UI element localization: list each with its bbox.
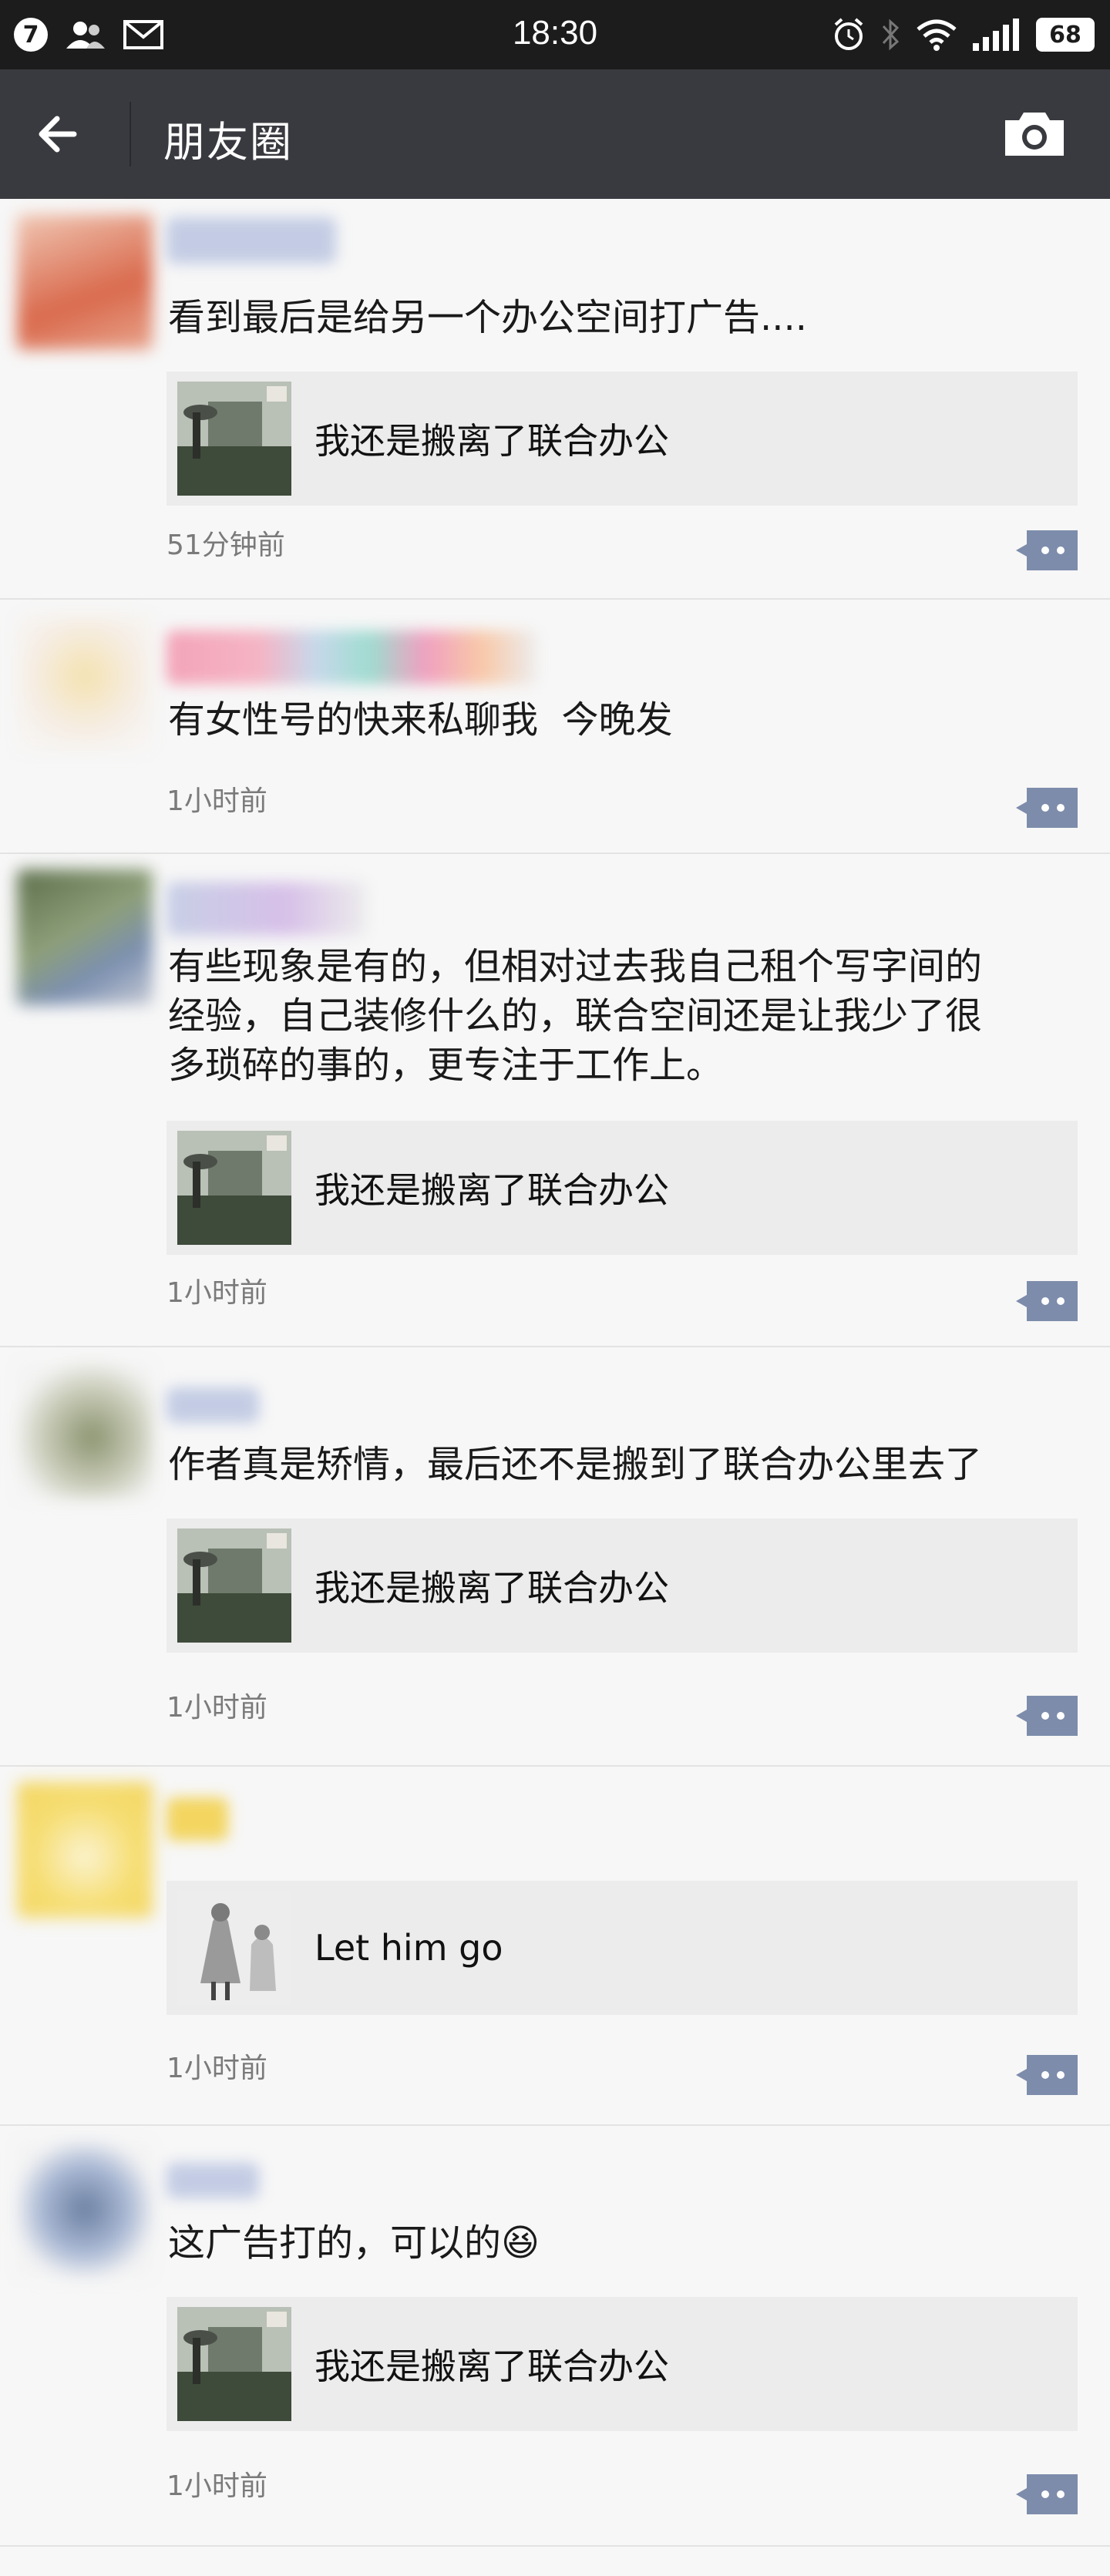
link-thumbnail xyxy=(177,382,291,496)
comment-icon[interactable] xyxy=(1016,1281,1078,1321)
nickname[interactable] xyxy=(166,1387,259,1423)
post-time: 1小时前 xyxy=(166,2053,267,2084)
camera-icon[interactable] xyxy=(1002,109,1067,159)
back-arrow-icon[interactable] xyxy=(31,103,92,165)
post-time: 1小时前 xyxy=(166,785,267,817)
nav-bar: 朋友圈 xyxy=(0,69,1110,199)
comment-icon[interactable] xyxy=(1016,2055,1078,2095)
post-time: 1小时前 xyxy=(166,2470,267,2502)
link-card[interactable]: 我还是搬离了联合办公 xyxy=(166,372,1078,506)
feed-post: 看到最后是给另一个办公空间打广告.... 我还是搬离了联合办公 51分钟前 xyxy=(0,199,1110,600)
post-time: 51分钟前 xyxy=(166,530,285,561)
signal-icon xyxy=(973,18,1019,51)
moments-feed: 看到最后是给另一个办公空间打广告.... 我还是搬离了联合办公 51分钟前 有女… xyxy=(0,199,1110,2547)
avatar[interactable] xyxy=(17,214,153,350)
avatar[interactable] xyxy=(17,2141,153,2277)
link-title: Let him go xyxy=(314,1927,503,1969)
comment-icon[interactable] xyxy=(1016,2474,1078,2514)
comment-icon[interactable] xyxy=(1016,530,1078,570)
post-text: 看到最后是给另一个办公空间打广告.... xyxy=(168,296,808,339)
link-thumbnail xyxy=(177,1891,291,2005)
feed-post: 这广告打的，可以的😆 我还是搬离了联合办公 1小时前 xyxy=(0,2126,1110,2547)
bluetooth-icon xyxy=(882,18,900,51)
post-time: 1小时前 xyxy=(166,1277,267,1309)
post-text: 有些现象是有的，但相对过去我自己租个写字间的 经验，自己装修什么的，联合空间还是… xyxy=(168,945,983,1087)
nickname[interactable] xyxy=(166,1797,228,1841)
feed-post: 有女性号的快来私聊我 今晚发 1小时前 xyxy=(0,600,1110,854)
link-card[interactable]: 我还是搬离了联合办公 xyxy=(166,1518,1078,1653)
nickname[interactable] xyxy=(166,217,336,264)
link-title: 我还是搬离了联合办公 xyxy=(314,1567,669,1609)
link-card[interactable]: 我还是搬离了联合办公 xyxy=(166,2297,1078,2431)
link-thumbnail xyxy=(177,1528,291,1643)
feed-post: 作者真是矫情，最后还不是搬到了联合办公里去了 我还是搬离了联合办公 1小时前 xyxy=(0,1347,1110,1767)
link-title: 我还是搬离了联合办公 xyxy=(314,1169,669,1211)
feed-post: 有些现象是有的，但相对过去我自己租个写字间的 经验，自己装修什么的，联合空间还是… xyxy=(0,854,1110,1347)
post-text: 作者真是矫情，最后还不是搬到了联合办公里去了 xyxy=(168,1443,983,1486)
comment-icon[interactable] xyxy=(1016,788,1078,828)
nav-divider xyxy=(130,102,131,166)
nickname[interactable] xyxy=(166,2163,259,2198)
link-title: 我还是搬离了联合办公 xyxy=(314,420,669,462)
alarm-icon xyxy=(834,18,863,50)
avatar[interactable] xyxy=(17,1363,153,1498)
post-text: 这广告打的，可以的😆 xyxy=(168,2221,540,2265)
avatar[interactable] xyxy=(17,615,153,751)
post-text: 有女性号的快来私聊我 今晚发 xyxy=(168,698,673,742)
avatar[interactable] xyxy=(17,869,153,1005)
link-card[interactable]: Let him go xyxy=(166,1881,1078,2015)
nickname[interactable] xyxy=(166,631,536,684)
link-thumbnail xyxy=(177,2307,291,2421)
avatar[interactable] xyxy=(17,1782,153,1918)
nickname[interactable] xyxy=(166,882,367,936)
wifi-icon xyxy=(917,19,957,51)
link-title: 我还是搬离了联合办公 xyxy=(314,2346,669,2387)
post-time: 1小时前 xyxy=(166,1692,267,1723)
feed-post: Let him go 1小时前 xyxy=(0,1767,1110,2126)
link-card[interactable]: 我还是搬离了联合办公 xyxy=(166,1121,1078,1255)
status-right: 68 xyxy=(831,15,1095,54)
status-bar: 7 18:30 68 xyxy=(0,0,1110,69)
comment-icon[interactable] xyxy=(1016,1696,1078,1736)
battery-level: 68 xyxy=(1036,18,1095,52)
page-title: 朋友圈 xyxy=(163,118,293,166)
link-thumbnail xyxy=(177,1131,291,1245)
